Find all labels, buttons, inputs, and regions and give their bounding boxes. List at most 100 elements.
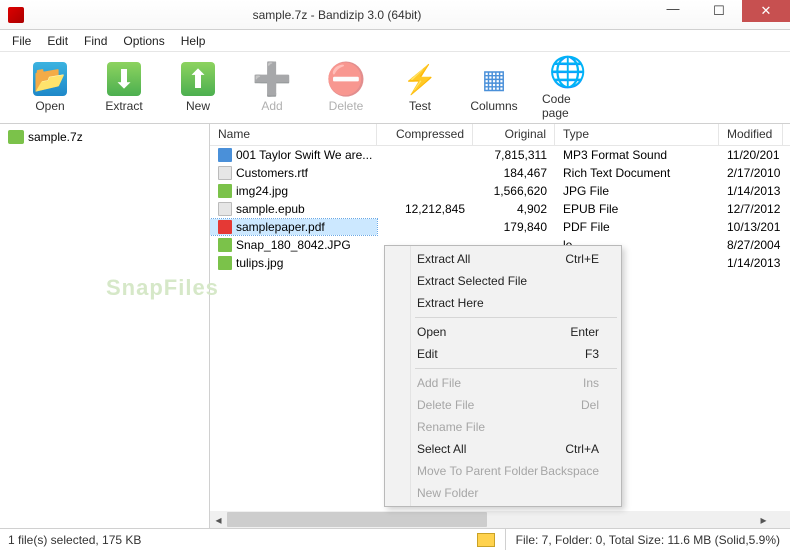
context-item: Move To Parent FolderBackspace <box>387 460 619 482</box>
context-label: Extract Selected File <box>417 274 527 288</box>
file-name: tulips.jpg <box>236 256 283 270</box>
tree-panel[interactable]: sample.7z <box>0 124 210 528</box>
file-modified: 1/14/2013 <box>719 183 783 199</box>
add-icon: ➕ <box>255 62 289 96</box>
context-accel: Backspace <box>540 464 599 478</box>
context-accel: Ctrl+A <box>565 442 599 456</box>
scroll-right-icon[interactable]: ▸ <box>755 511 772 528</box>
columns-icon: ▦ <box>477 62 511 96</box>
file-modified: 2/17/2010 <box>719 165 783 181</box>
scroll-left-icon[interactable]: ◂ <box>210 511 227 528</box>
context-label: Delete File <box>417 398 474 412</box>
file-name: sample.epub <box>236 202 305 216</box>
archive-icon <box>8 130 24 144</box>
context-item[interactable]: Extract All Ctrl+E <box>387 248 619 270</box>
context-item[interactable]: OpenEnter <box>387 321 619 343</box>
maximize-button[interactable] <box>696 0 742 22</box>
col-name[interactable]: Name <box>210 124 377 145</box>
table-row[interactable]: Customers.rtf184,467Rich Text Document2/… <box>210 164 790 182</box>
menu-find[interactable]: Find <box>76 32 115 50</box>
file-compressed: 12,212,845 <box>377 201 473 217</box>
test-button[interactable]: ⚡Test <box>394 62 446 113</box>
open-button[interactable]: 📂Open <box>24 62 76 113</box>
context-accel: Ins <box>583 376 599 390</box>
context-item[interactable]: Extract Here <box>387 292 619 314</box>
file-name: Snap_180_8042.JPG <box>236 238 351 252</box>
context-accel: F3 <box>585 347 599 361</box>
file-type: MP3 Format Sound <box>555 147 719 163</box>
status-selection: 1 file(s) selected, 175 KB <box>0 533 330 547</box>
file-original: 179,840 <box>473 219 555 235</box>
context-item: Add File Ins <box>387 372 619 394</box>
file-modified: 11/20/201 <box>719 147 783 163</box>
titlebar: sample.7z - Bandizip 3.0 (64bit) <box>0 0 790 30</box>
context-label: Extract Here <box>417 296 484 310</box>
col-compressed[interactable]: Compressed <box>377 124 473 145</box>
file-type: JPG File <box>555 183 719 199</box>
col-original[interactable]: Original <box>473 124 555 145</box>
file-icon <box>218 220 232 234</box>
file-compressed <box>377 172 473 174</box>
col-modified[interactable]: Modified <box>719 124 783 145</box>
context-item[interactable]: Extract Selected File <box>387 270 619 292</box>
context-label: Rename File <box>417 420 485 434</box>
context-gutter <box>385 246 411 506</box>
file-name: samplepaper.pdf <box>236 220 325 234</box>
file-original: 7,815,311 <box>473 147 555 163</box>
scroll-thumb[interactable] <box>227 512 487 527</box>
horizontal-scrollbar[interactable]: ◂ ▸ <box>210 511 772 528</box>
context-menu: Extract All Ctrl+E Extract Selected File Ex… <box>384 245 622 507</box>
new-button[interactable]: ⬆New <box>172 62 224 113</box>
file-type: EPUB File <box>555 201 719 217</box>
delete-icon: ⛔ <box>329 62 363 96</box>
col-type[interactable]: Type <box>555 124 719 145</box>
window-controls <box>650 0 790 22</box>
file-icon <box>218 256 232 270</box>
minimize-button[interactable] <box>650 0 696 22</box>
file-compressed <box>377 226 473 228</box>
file-name: 001 Taylor Swift We are... <box>236 148 372 162</box>
table-row[interactable]: 001 Taylor Swift We are... 7,815,311MP3 F… <box>210 146 790 164</box>
file-name: img24.jpg <box>236 184 288 198</box>
table-row[interactable]: img24.jpg1,566,620JPG File1/14/2013 <box>210 182 790 200</box>
context-item: Rename File <box>387 416 619 438</box>
app-icon <box>8 7 24 23</box>
menu-options[interactable]: Options <box>115 32 172 50</box>
tree-root-label: sample.7z <box>28 130 83 144</box>
context-item: New Folder <box>387 482 619 504</box>
file-icon <box>218 166 232 180</box>
file-compressed <box>377 190 473 192</box>
tree-root[interactable]: sample.7z <box>6 128 203 146</box>
delete-button[interactable]: ⛔Delete <box>320 62 372 113</box>
file-original: 184,467 <box>473 165 555 181</box>
file-modified: 8/27/2004 <box>719 237 783 253</box>
menu-help[interactable]: Help <box>173 32 214 50</box>
file-icon <box>218 184 232 198</box>
folder-open-icon: 📂 <box>33 62 67 96</box>
menubar: File Edit Find Options Help <box>0 30 790 52</box>
file-name: Customers.rtf <box>236 166 308 180</box>
toolbar: 📂Open ⬇Extract ⬆New ➕Add ⛔Delete ⚡Test ▦… <box>0 52 790 124</box>
file-modified: 10/13/201 <box>719 219 783 235</box>
status-summary: File: 7, Folder: 0, Total Size: 11.6 MB … <box>505 529 790 550</box>
context-accel: Ctrl+E <box>565 252 599 266</box>
add-button[interactable]: ➕Add <box>246 62 298 113</box>
context-label: Extract All <box>417 252 470 266</box>
context-label: Add File <box>417 376 461 390</box>
context-accel: Del <box>581 398 599 412</box>
codepage-button[interactable]: 🌐Code page <box>542 55 594 120</box>
table-row[interactable]: samplepaper.pdf179,840PDF File10/13/201 <box>210 218 790 236</box>
file-compressed <box>377 154 473 156</box>
globe-icon: 🌐 <box>551 55 585 89</box>
context-label: Select All <box>417 442 466 456</box>
columns-button[interactable]: ▦Columns <box>468 62 520 113</box>
file-icon <box>218 238 232 252</box>
table-row[interactable]: sample.epub12,212,8454,902EPUB File12/7/… <box>210 200 790 218</box>
extract-button[interactable]: ⬇Extract <box>98 62 150 113</box>
test-icon: ⚡ <box>403 62 437 96</box>
menu-edit[interactable]: Edit <box>39 32 76 50</box>
context-item[interactable]: Select All Ctrl+A <box>387 438 619 460</box>
menu-file[interactable]: File <box>4 32 39 50</box>
context-item[interactable]: EditF3 <box>387 343 619 365</box>
close-button[interactable] <box>742 0 790 22</box>
